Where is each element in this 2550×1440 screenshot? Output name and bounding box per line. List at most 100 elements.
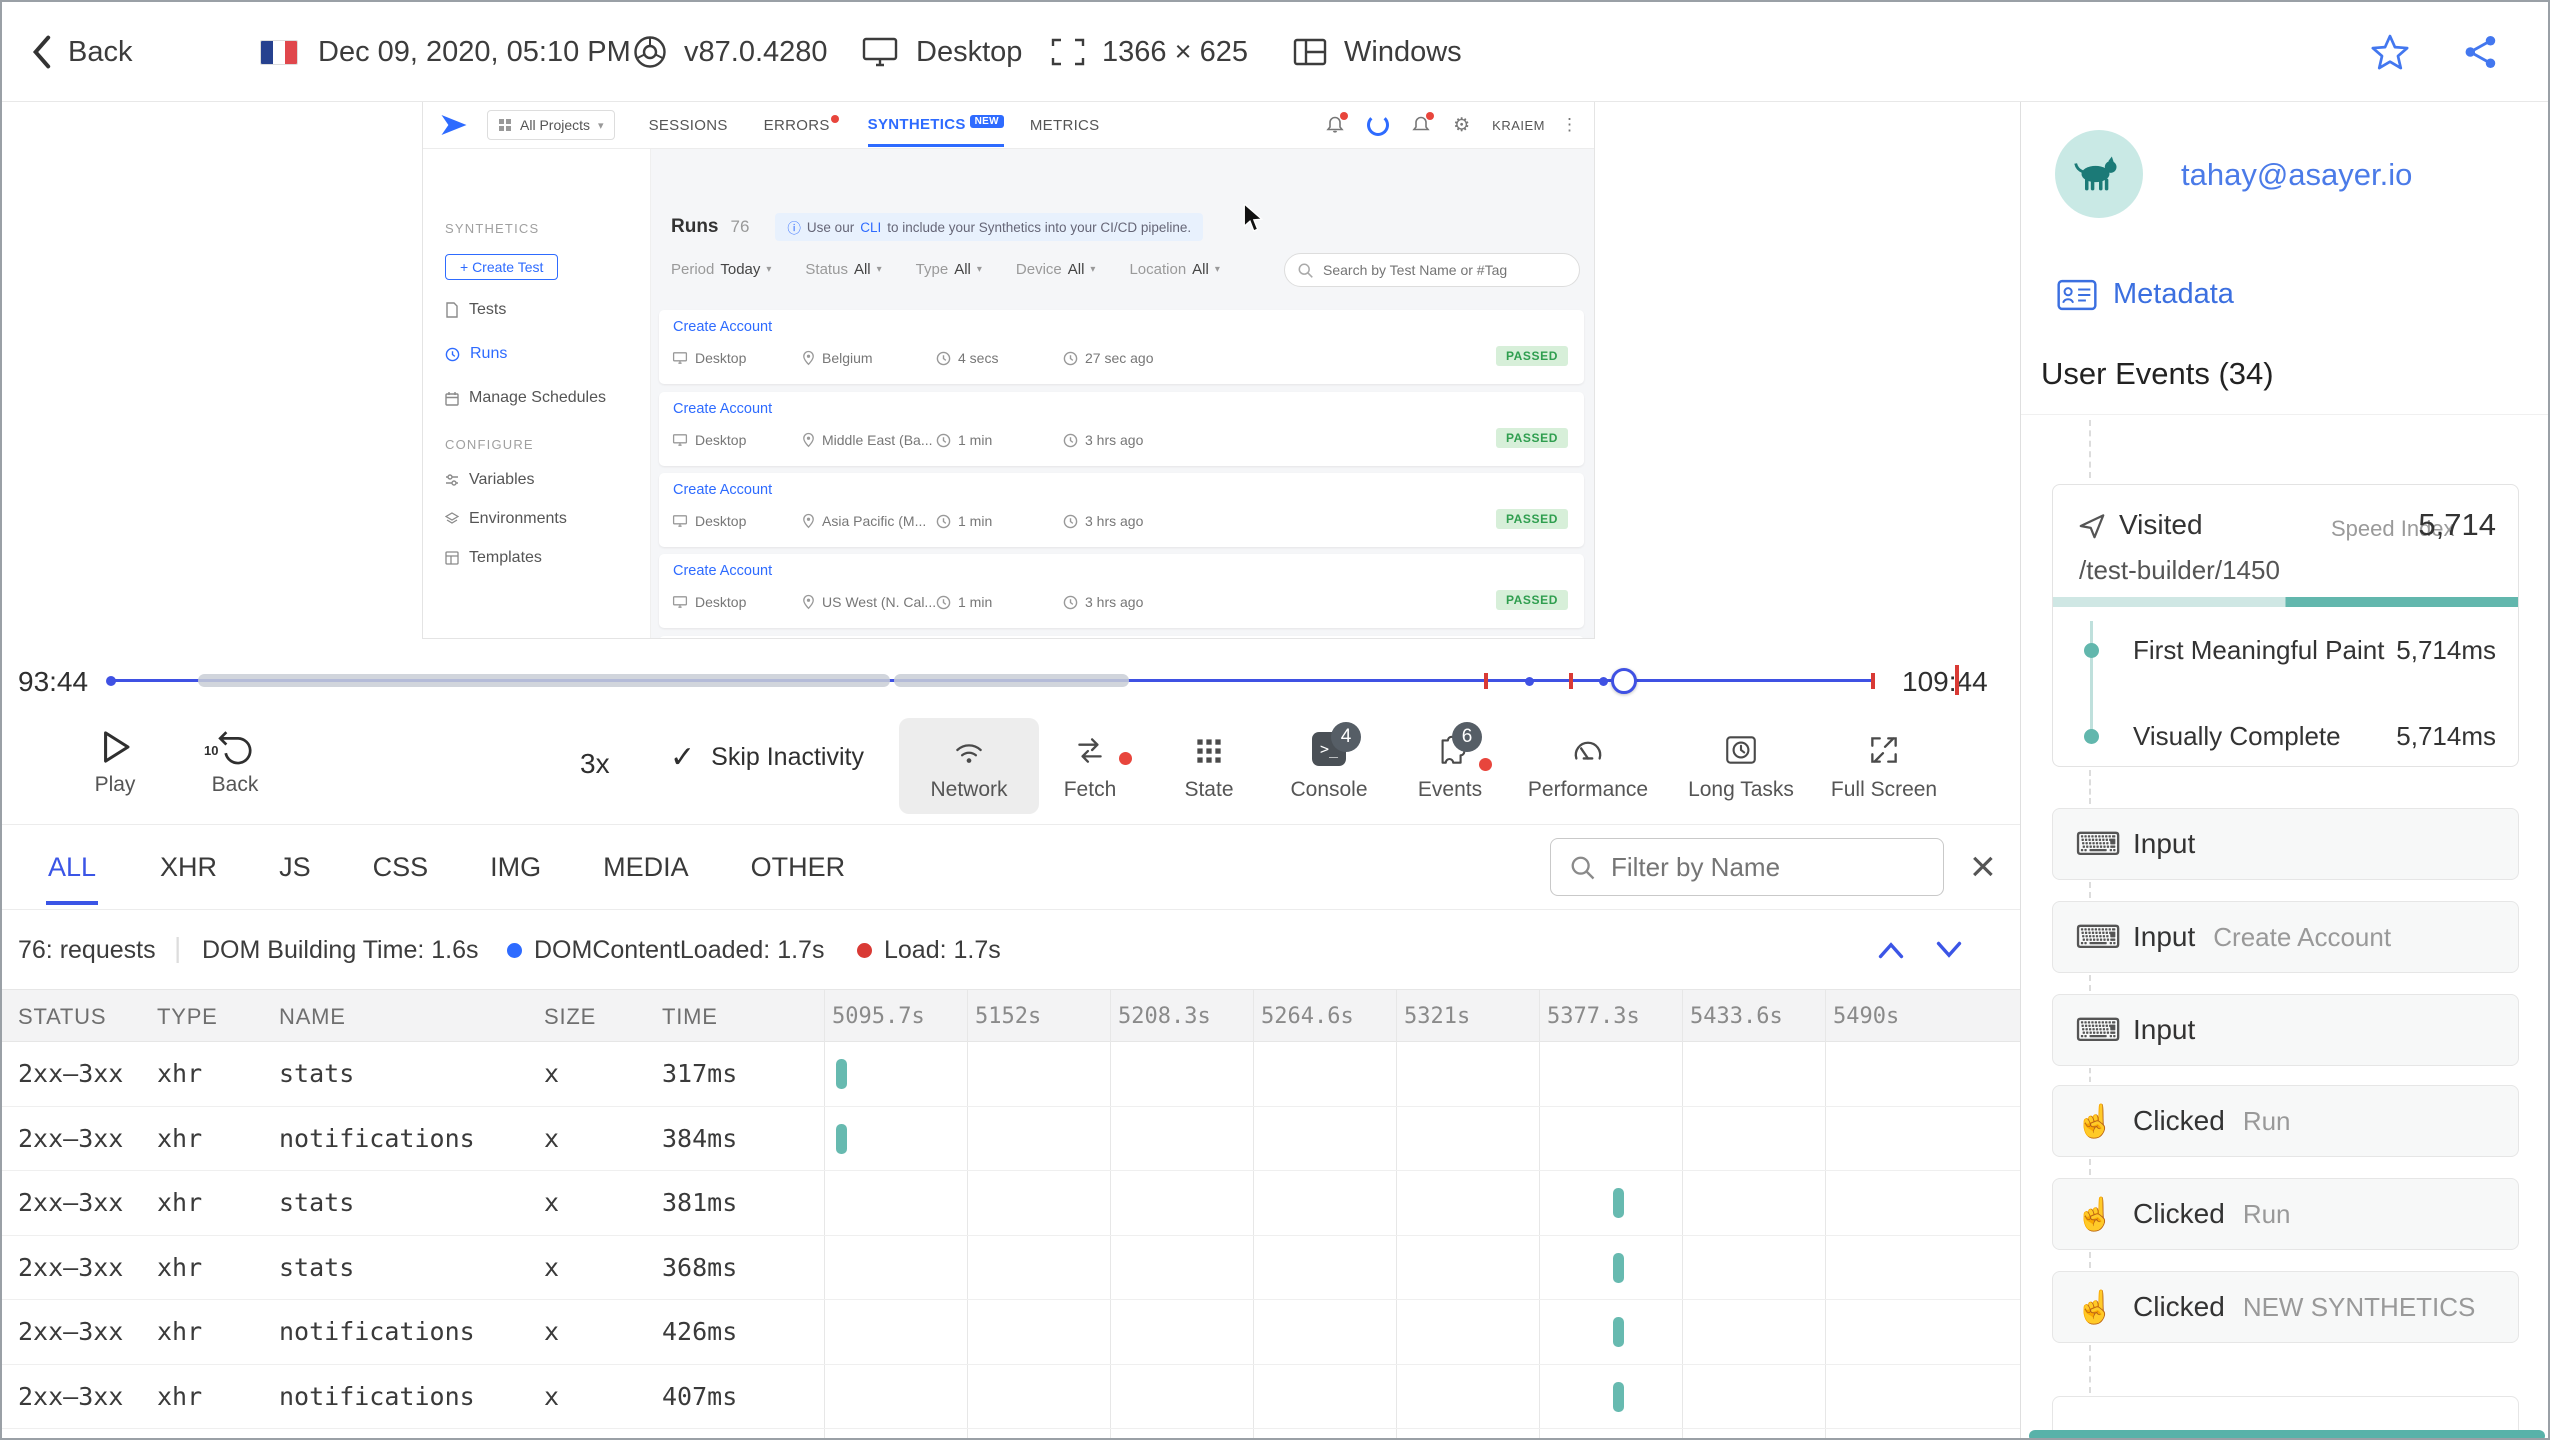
play-button[interactable]: Play <box>70 726 160 797</box>
user-email: tahay@asayer.io <box>2181 157 2413 192</box>
input-event-card[interactable]: ⌨ Input <box>2052 994 2519 1066</box>
fullscreen-tool-button[interactable]: Full Screen <box>1814 718 1954 814</box>
event-connector <box>2089 1252 2091 1268</box>
events-count-badge: 6 <box>1452 722 1482 752</box>
state-tool-button[interactable]: State <box>1139 718 1279 814</box>
input-event-card[interactable]: ⌨ Input <box>2052 808 2519 880</box>
console-tool-button[interactable]: >_ 4 Console <box>1259 718 1399 814</box>
app-page-title: Runs <box>671 216 719 237</box>
click-event-card[interactable]: ☝ Clicked NEW SYNTHETICS <box>2052 1271 2519 1343</box>
network-request-row[interactable]: 2xx–3xx xhr stats x 368ms <box>2 1236 2020 1300</box>
requests-count: 76: requests <box>18 936 156 964</box>
event-connector <box>2089 882 2091 898</box>
performance-tool-button[interactable]: Performance <box>1518 718 1658 814</box>
network-request-row[interactable]: 2xx–3xx xhr stats x 381ms <box>2 1171 2020 1236</box>
run-duration: 1 min <box>936 513 992 529</box>
network-table-header: STATUS TYPE NAME SIZE TIME 5095.7s 5152s… <box>2 990 2020 1042</box>
network-request-row[interactable]: 2xx–3xx xhr notifications x 407ms <box>2 1365 2020 1429</box>
errors-dot <box>830 114 839 123</box>
next-card-progress-bar <box>2029 1430 2545 1438</box>
windows-icon <box>1293 38 1327 66</box>
network-request-row[interactable]: 2xx–3xx xhr stats x 317ms <box>2 1042 2020 1107</box>
visually-complete-label: Visually Complete <box>2133 721 2341 751</box>
app-sidebar-item-schedules: Manage Schedules <box>445 389 606 407</box>
user-panel: tahay@asayer.io Metadata User Events (34… <box>2020 102 2548 1438</box>
click-event-card[interactable]: ☝ Clicked Run <box>2052 1178 2519 1250</box>
network-request-row[interactable]: 2xx–3xx xhr notifications x 426ms <box>2 1300 2020 1365</box>
net-tab-media[interactable]: MEDIA <box>603 852 689 883</box>
back-chevron-icon <box>32 35 51 69</box>
long-tasks-tool-button[interactable]: Long Tasks <box>1671 718 1811 814</box>
pin-icon <box>803 350 814 366</box>
divider: | <box>174 932 182 963</box>
fetch-alert-dot <box>1119 752 1132 765</box>
event-connector <box>2089 1345 2091 1393</box>
dom-building-time: DOM Building Time: 1.6s <box>202 936 479 964</box>
visited-event-card[interactable]: Visited Speed Index 5,714 /test-builder/… <box>2052 484 2519 767</box>
monitor-icon <box>672 596 688 608</box>
run-device: Desktop <box>672 432 746 448</box>
replay-cursor-icon <box>1243 204 1264 232</box>
filter-device: Device All ▾ <box>1015 261 1096 278</box>
speed-index-value: 5,714 <box>2418 507 2496 542</box>
back-10s-button[interactable]: 10 Back <box>190 726 280 797</box>
time-tick: 5377.3s <box>1547 1004 1640 1029</box>
timeline-track[interactable] <box>106 653 1875 710</box>
time-tick: 5490s <box>1833 1004 1900 1029</box>
projects-icon <box>499 119 511 131</box>
dcl-dot <box>507 943 522 958</box>
network-filter-input[interactable] <box>1611 841 1931 893</box>
run-status-badge: PASSED <box>1495 509 1568 529</box>
net-tab-other[interactable]: OTHER <box>751 852 846 883</box>
visited-path: /test-builder/1450 <box>2079 555 2280 585</box>
time-tick: 5433.6s <box>1690 1004 1783 1029</box>
col-status: STATUS <box>18 1004 107 1029</box>
visited-label: Visited <box>2119 509 2203 540</box>
alert-dot <box>1426 112 1435 120</box>
run-device: Desktop <box>672 513 746 529</box>
time-tick: 5152s <box>975 1004 1042 1029</box>
metadata-button[interactable]: Metadata <box>2057 278 2234 311</box>
net-tab-all[interactable]: ALL <box>46 830 99 905</box>
replay-viewport[interactable]: All Projects ▾ SESSIONS ERRORS SYNTHETIC… <box>2 102 2020 653</box>
net-tab-js[interactable]: JS <box>279 852 311 883</box>
monitor-icon <box>672 515 688 527</box>
dcl-stat: DOMContentLoaded: 1.7s <box>507 936 824 965</box>
playback-speed-button[interactable]: 3x <box>580 748 610 780</box>
notification-dot <box>1340 112 1349 120</box>
click-event-card[interactable]: ☝ Clicked Run <box>2052 1085 2519 1157</box>
keyboard-icon: ⌨ <box>2075 1012 2122 1048</box>
skip-inactivity-label: Skip Inactivity <box>711 743 864 771</box>
new-badge: NEW <box>969 115 1004 128</box>
event-marker-red <box>1955 665 1959 695</box>
country-flag-icon <box>260 39 298 65</box>
timeline-handle[interactable] <box>1611 668 1637 694</box>
keyboard-icon: ⌨ <box>2075 919 2122 955</box>
screen-size-icon <box>1051 38 1085 66</box>
net-tab-xhr[interactable]: XHR <box>160 852 217 883</box>
share-button[interactable] <box>2462 2 2500 102</box>
run-when: 27 sec ago <box>1063 350 1154 366</box>
network-tool-button[interactable]: Network <box>899 718 1039 814</box>
net-tab-css[interactable]: CSS <box>373 852 429 883</box>
run-location: Belgium <box>802 350 873 366</box>
run-status-badge: PASSED <box>1495 346 1568 366</box>
jump-next-chevron-icon[interactable] <box>1932 936 1966 964</box>
run-name: Create Account <box>673 563 773 579</box>
app-alerts <box>1411 112 1435 135</box>
time-tick: 5264.6s <box>1261 1004 1354 1029</box>
kebab-menu-icon: ⋮ <box>1561 115 1578 134</box>
favorite-button[interactable] <box>2370 2 2410 102</box>
network-request-row[interactable]: 2xx–3xx xhr notifications x 384ms <box>2 1107 2020 1171</box>
clock-icon <box>1063 351 1078 365</box>
jump-prev-chevron-icon[interactable] <box>1874 936 1908 964</box>
close-panel-button[interactable]: × <box>1970 842 1996 892</box>
input-event-card[interactable]: ⌨ Input Create Account <box>2052 901 2519 973</box>
inactivity-segment <box>198 674 890 687</box>
back-button[interactable]: Back <box>30 2 132 102</box>
skip-inactivity-toggle[interactable]: ✓ Skip Inactivity <box>670 740 864 775</box>
events-tool-button[interactable]: 6 Events <box>1380 718 1520 814</box>
hyena-avatar-icon <box>2074 156 2117 191</box>
run-name: Create Account <box>673 482 773 498</box>
net-tab-img[interactable]: IMG <box>490 852 541 883</box>
